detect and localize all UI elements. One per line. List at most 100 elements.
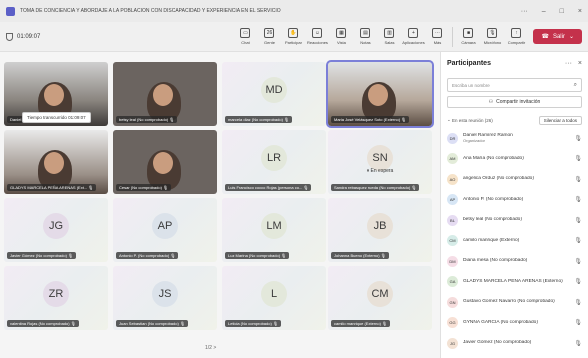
more-options-icon[interactable]: ··· <box>521 8 528 15</box>
microphone-off-icon[interactable]: 🎙 <box>574 278 582 285</box>
smile-icon: ☺ <box>312 28 323 38</box>
toolbar-button-aplicaciones[interactable]: + Aplicaciones <box>402 28 425 45</box>
participants-panel: Participantes ··· × Escriba un nombre ⌕ … <box>440 52 588 358</box>
video-tile[interactable]: JS Juan Sebastian (No comprobado) 🎙 <box>113 266 217 330</box>
microphone-off-icon[interactable]: 🎙 <box>574 237 582 244</box>
video-tile[interactable]: Maria José Velásquez Soto (Externo) 🎙 <box>326 60 434 128</box>
participant-name-tag: Johanna Bueno (Externo) 🎙 <box>331 252 389 259</box>
participant-list-item[interactable]: DM Diana mesa (No comprobado) 🎙 <box>447 251 582 272</box>
microphone-off-icon: 🎙 <box>401 117 407 122</box>
participant-list-item[interactable]: AM Ana María (No comprobado) 🎙 <box>447 149 582 170</box>
maximize-icon[interactable]: □ <box>560 8 564 15</box>
toolbar-button-más[interactable]: ··· Más <box>426 28 448 45</box>
leave-button[interactable]: ☎ Salir ⌄ <box>533 29 582 44</box>
video-tile[interactable]: JB Johanna Bueno (Externo) 🎙 <box>328 198 432 262</box>
more-options-icon[interactable]: ··· <box>565 60 572 67</box>
microphone-off-icon[interactable]: 🎙 <box>574 299 582 306</box>
video-tile[interactable]: L Leticia (No comprobado) 🎙 <box>222 266 326 330</box>
participant-list-item[interactable]: DR Daniel Ramírez Ramon Organizador 🎙 <box>447 128 582 149</box>
participant-name: Juan Sebastian (No comprobado) <box>119 321 179 326</box>
avatar: CM <box>367 281 393 308</box>
elapsed-time-tooltip: Tiempo transcurrido 01:09:07 <box>22 112 91 123</box>
toolbar-button-notas[interactable]: ▤ Notas <box>354 28 376 45</box>
participant-list-item[interactable]: GG GYNNA GARCIA (No comprobado) 🎙 <box>447 313 582 334</box>
mute-all-button[interactable]: Silenciar a todos <box>538 115 582 125</box>
video-tile[interactable]: CM camilo manrique (Externo) 🎙 <box>328 266 432 330</box>
microphone-off-icon[interactable]: 🎙 <box>574 176 582 183</box>
avatar: MD <box>261 77 287 104</box>
video-tile[interactable]: SN ⏸ En espera Sandra rebasquez rueda (No … <box>328 130 432 194</box>
video-tile[interactable]: MD marcela diaz (No comprobado) 🎙 <box>222 62 326 126</box>
chevron-down-icon[interactable]: ⌄ <box>569 33 574 40</box>
close-icon[interactable]: × <box>578 60 582 67</box>
people-icon: 26 <box>264 28 275 38</box>
video-tile[interactable]: Cesar (No comprobado) 🎙 <box>113 130 217 194</box>
participant-list-item[interactable]: JG Javier Gómez (No comprobado) 🎙 <box>447 333 582 354</box>
microphone-off-icon[interactable]: 🎙 <box>574 196 582 203</box>
grid-pager[interactable]: 1/2 > <box>205 345 216 351</box>
device-button-2[interactable]: ↑ Compartir <box>505 28 527 45</box>
toolbar-button-reacciones[interactable]: ☺ Reacciones <box>306 28 328 45</box>
microphone-off-icon: 🎙 <box>303 185 309 190</box>
video-tile[interactable]: JG Javier Gómez (No comprobado) 🎙 <box>4 198 108 262</box>
participant-info: GYNNA GARCIA (No comprobado) <box>463 320 538 326</box>
participant-name: Ana María (No comprobado) <box>463 155 524 161</box>
participant-name: Leticia (No comprobado) <box>228 321 272 326</box>
toolbar-button-chat[interactable]: ▭ Chat <box>234 28 256 45</box>
microphone-off-icon[interactable]: 🎙 <box>574 258 582 265</box>
raise-hand-icon: ✋ <box>288 28 299 38</box>
close-icon[interactable]: × <box>578 8 582 15</box>
avatar: JG <box>447 337 458 349</box>
participant-name: Maria José Velásquez Soto (Externo) <box>334 117 401 122</box>
avatar: AP <box>447 194 458 206</box>
toolbar-button-vista[interactable]: ▦ Vista <box>330 28 352 45</box>
microphone-off-icon[interactable]: 🎙 <box>574 340 582 347</box>
meeting-timer[interactable]: 01:09:07 <box>6 32 40 41</box>
participant-list-item[interactable]: GA GLADYS MARCELA PEÑA ARENAS (Externo) … <box>447 272 582 293</box>
participant-name-tag: GLADYS MARCELA PEÑA ARENAS (Ext... 🎙 <box>7 184 97 191</box>
avatar: CM <box>447 235 458 247</box>
toolbar-button-label: Participar <box>285 40 302 45</box>
window-controls: ··· – □ × <box>521 8 582 15</box>
microphone-off-icon[interactable]: 🎙 <box>574 135 582 142</box>
toolbar-button-gente[interactable]: 26 Gente <box>258 28 280 45</box>
video-tile[interactable]: betsy leal (No comprobado) 🎙 <box>113 62 217 126</box>
microphone-off-icon[interactable]: 🎙 <box>574 319 582 326</box>
minimize-icon[interactable]: – <box>542 8 546 15</box>
notes-icon: ▤ <box>360 28 371 38</box>
participant-list-item[interactable]: AP Antonio P. (No comprobado) 🎙 <box>447 190 582 211</box>
participant-name: Gustavo Gomez Navarro (No comprobado) <box>463 299 555 305</box>
device-button-0[interactable]: ■ Cámara <box>457 28 479 45</box>
participant-name: Javier Gómez (No comprobado) <box>10 253 67 258</box>
participant-list-item[interactable]: GN Gustavo Gomez Navarro (No comprobado)… <box>447 292 582 313</box>
participant-name: Cesar (No comprobado) <box>119 185 162 190</box>
search-icon: ⌕ <box>573 81 577 88</box>
microphone-off-icon[interactable]: 🎙 <box>574 217 582 224</box>
participant-face <box>153 84 173 106</box>
video-tile[interactable]: ZR valentina Rojas (No comprobado) 🎙 <box>4 266 108 330</box>
toolbar-button-salas[interactable]: ▥ Salas <box>378 28 400 45</box>
video-tile[interactable]: AP Antonio P. (No comprobado) 🎙 <box>113 198 217 262</box>
share-invite-icon: ⚇ <box>488 99 494 105</box>
video-tile[interactable]: LM Luz Marina (No comprobado) 🎙 <box>222 198 326 262</box>
microphone-off-icon: 🎙 <box>272 321 279 326</box>
video-tile[interactable]: GLADYS MARCELA PEÑA ARENAS (Ext... 🎙 <box>4 130 108 194</box>
participant-search-input[interactable]: Escriba un nombre ⌕ <box>447 78 582 92</box>
video-tile[interactable]: LR Luis Francisco cocco Rojas (persona co… <box>222 130 326 194</box>
share-invite-button[interactable]: ⚇ Compartir invitación <box>447 96 582 108</box>
participant-list-item[interactable]: AO angelica Orduz (No comprobado) 🎙 <box>447 169 582 190</box>
participant-list-item[interactable]: CM camilo manrique (Externo) 🎙 <box>447 231 582 252</box>
participant-name: valentina Rojas (No comprobado) <box>10 321 70 326</box>
microphone-off-icon: 🎙 <box>382 321 388 326</box>
device-button-label: Cámara <box>461 40 476 45</box>
microphone-off-icon[interactable]: 🎙 <box>574 155 582 162</box>
participant-list-item[interactable]: BL betsy leal (No comprobado) 🎙 <box>447 210 582 231</box>
toolbar-button-label: Gente <box>264 40 275 45</box>
avatar: DM <box>447 255 458 267</box>
in-meeting-section[interactable]: ⌄ En esta reunión (26) Silenciar a todos <box>441 114 588 126</box>
toolbar-button-participar[interactable]: ✋ Participar <box>282 28 304 45</box>
microphone-off-icon: 🎙 <box>179 321 186 326</box>
device-button-1[interactable]: 🎙 Micrófono <box>481 28 503 45</box>
toolbar-button-label: Aplicaciones <box>402 40 425 45</box>
participant-name: angelica Orduz (No comprobado) <box>463 176 534 182</box>
